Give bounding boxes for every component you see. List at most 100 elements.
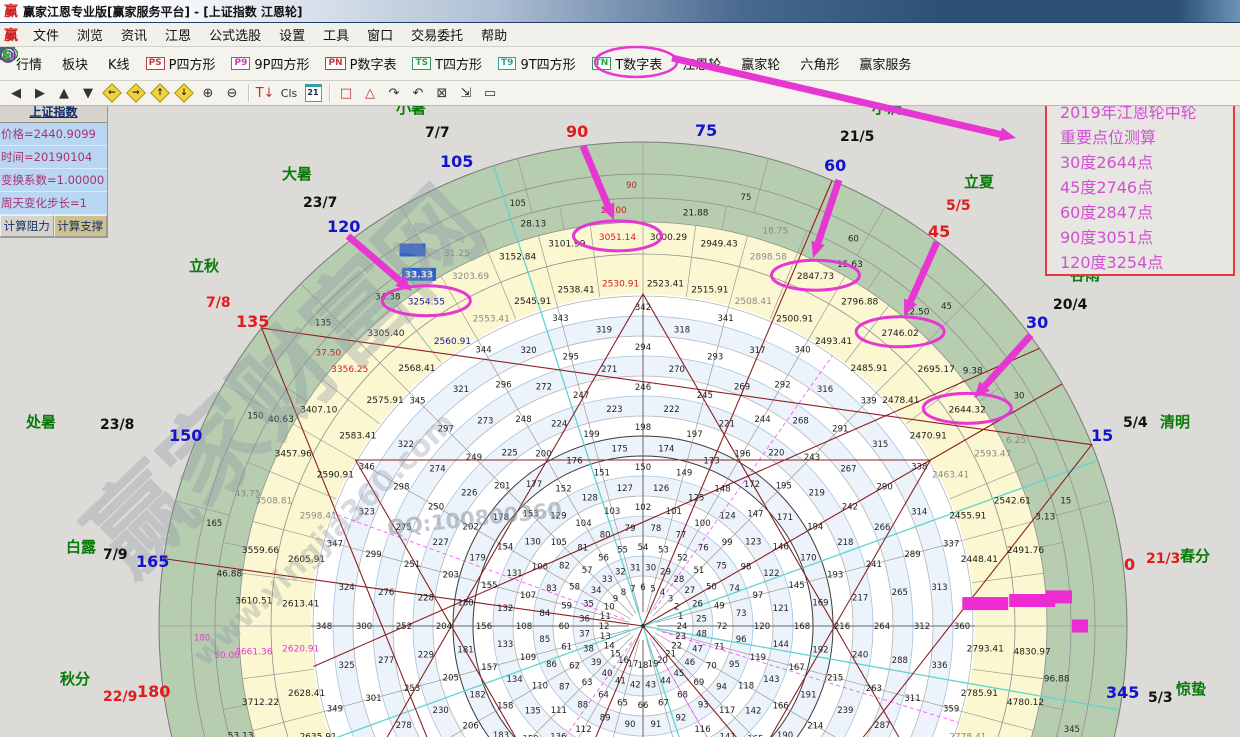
nav-right-icon[interactable]: ▶ <box>28 83 52 103</box>
main-toolbar: 行情板块K线PSP四方形P99P四方形PNP数字表TST四方形T99T四方形TN… <box>0 47 1240 81</box>
svg-text:199: 199 <box>583 430 599 440</box>
svg-text:立秋: 立秋 <box>189 257 220 275</box>
zoom-out-icon[interactable]: ⊖ <box>220 83 244 103</box>
triangle-shape-icon[interactable]: △ <box>358 83 382 103</box>
svg-text:247: 247 <box>573 391 589 401</box>
rotate-cw-icon[interactable]: ↷ <box>382 83 406 103</box>
svg-text:228: 228 <box>418 593 434 603</box>
svg-text:100: 100 <box>694 519 710 529</box>
calc-buttons: 计算阻力计算支撑 <box>0 215 107 237</box>
badge-ts-button[interactable]: TST四方形 <box>404 47 490 80</box>
svg-text:179: 179 <box>470 553 486 563</box>
menu-item-4[interactable]: 公式选股 <box>200 23 270 46</box>
svg-text:244: 244 <box>754 415 770 425</box>
svg-text:324: 324 <box>338 583 354 593</box>
diamond-down-icon[interactable]: ↓ <box>172 83 196 103</box>
svg-text:56: 56 <box>598 554 609 564</box>
svg-text:220: 220 <box>768 448 784 458</box>
svg-text:245: 245 <box>697 391 713 401</box>
menu-item-5[interactable]: 设置 <box>270 23 314 46</box>
cls-button[interactable]: Cls <box>277 83 301 103</box>
fit-screen-icon[interactable]: ⇲ <box>454 83 478 103</box>
diamond-left-icon[interactable]: ← <box>100 83 124 103</box>
svg-text:99: 99 <box>722 538 733 548</box>
svg-text:194: 194 <box>807 523 823 533</box>
svg-text:41: 41 <box>615 677 626 687</box>
diamond-right-icon[interactable]: → <box>124 83 148 103</box>
svg-text:7/7: 7/7 <box>425 125 450 141</box>
svg-text:336: 336 <box>931 661 947 671</box>
badge-tn-button[interactable]: TNT数字表 <box>584 47 671 80</box>
price-scale-icon[interactable]: T↓ <box>253 83 277 103</box>
svg-text:272: 272 <box>536 383 552 393</box>
calendar-icon[interactable]: 21 <box>301 83 325 103</box>
svg-text:15: 15 <box>1091 426 1113 445</box>
menu-item-7[interactable]: 窗口 <box>358 23 402 46</box>
badge-t9-button[interactable]: T99T四方形 <box>490 47 584 80</box>
toolbar-label: 9P四方形 <box>254 54 309 73</box>
menu-item-3[interactable]: 江恩 <box>156 23 200 46</box>
nav-left-icon[interactable]: ◀ <box>4 83 28 103</box>
svg-text:104: 104 <box>575 519 591 529</box>
svg-text:183: 183 <box>493 731 509 737</box>
sector-blocks-button[interactable]: 板块 <box>50 47 96 80</box>
svg-text:44: 44 <box>660 677 671 687</box>
svg-text:315: 315 <box>872 440 888 450</box>
menu-item-1[interactable]: 浏览 <box>68 23 112 46</box>
svg-text:177: 177 <box>526 480 542 490</box>
svg-text:90: 90 <box>625 720 636 730</box>
badge-pn-button[interactable]: PNP数字表 <box>317 47 404 80</box>
svg-text:126: 126 <box>653 484 669 494</box>
annotation-line-1: 重要点位测算 <box>1060 125 1233 150</box>
badge-p9-button[interactable]: P99P四方形 <box>223 47 317 80</box>
select-region-icon[interactable]: ▭ <box>478 83 502 103</box>
square-shape-icon[interactable]: □ <box>334 83 358 103</box>
hexagon-button[interactable]: 六角形 <box>788 47 847 80</box>
svg-text:343: 343 <box>552 314 568 324</box>
svg-text:82: 82 <box>559 562 570 572</box>
badge-ps-button[interactable]: PSP四方形 <box>138 47 224 80</box>
calc-resistance-button[interactable]: 计算阻力 <box>0 215 54 237</box>
svg-text:190: 190 <box>777 731 793 737</box>
svg-text:5/5: 5/5 <box>946 198 971 214</box>
boxed-x-icon[interactable]: ⊠ <box>430 83 454 103</box>
svg-text:7/9: 7/9 <box>103 547 128 563</box>
svg-text:21/3: 21/3 <box>1146 551 1180 567</box>
menu-item-0[interactable]: 文件 <box>24 23 68 46</box>
svg-text:295: 295 <box>563 353 579 363</box>
toolbar-label: 江恩轮 <box>682 54 721 73</box>
nav-down-icon[interactable]: ▼ <box>76 83 100 103</box>
calc-support-button[interactable]: 计算支撑 <box>54 215 108 237</box>
svg-text:7: 7 <box>630 584 635 594</box>
rotate-ccw-icon[interactable]: ↶ <box>406 83 430 103</box>
svg-text:105: 105 <box>551 538 567 548</box>
svg-text:117: 117 <box>719 706 735 716</box>
svg-text:294: 294 <box>635 343 651 353</box>
candlestick-button[interactable]: K线 <box>96 47 138 80</box>
svg-text:124: 124 <box>720 512 736 522</box>
svg-text:53: 53 <box>658 546 669 556</box>
svg-text:34: 34 <box>591 586 602 596</box>
svg-text:62: 62 <box>569 662 580 672</box>
parameter-row-0: 价格=2440.9099 <box>0 123 107 146</box>
svg-text:112: 112 <box>575 725 591 735</box>
winner-service-button[interactable]: $赢家服务 <box>847 47 919 80</box>
menu-item-2[interactable]: 资讯 <box>112 23 156 46</box>
svg-text:惊蛰: 惊蛰 <box>1176 680 1206 698</box>
svg-text:216: 216 <box>834 622 850 632</box>
annotation-box: 2019年江恩轮中轮重要点位测算30度2644点45度2746点60度2847点… <box>1045 88 1235 276</box>
zoom-in-icon[interactable]: ⊕ <box>196 83 220 103</box>
svg-text:246: 246 <box>635 383 651 393</box>
menu-item-9[interactable]: 帮助 <box>472 23 516 46</box>
gann-wheel-button[interactable]: 江恩轮 <box>670 47 729 80</box>
nav-up-icon[interactable]: ▲ <box>52 83 76 103</box>
menu-item-6[interactable]: 工具 <box>314 23 358 46</box>
svg-text:39: 39 <box>591 658 602 668</box>
svg-text:316: 316 <box>817 385 833 395</box>
diamond-up-icon[interactable]: ↑ <box>148 83 172 103</box>
svg-text:252: 252 <box>396 622 412 632</box>
toolbar-label: T四方形 <box>435 54 482 73</box>
menu-item-8[interactable]: 交易委托 <box>402 23 472 46</box>
svg-text:166: 166 <box>773 702 789 712</box>
winner-wheel-button[interactable]: Big赢家轮 <box>729 47 788 80</box>
